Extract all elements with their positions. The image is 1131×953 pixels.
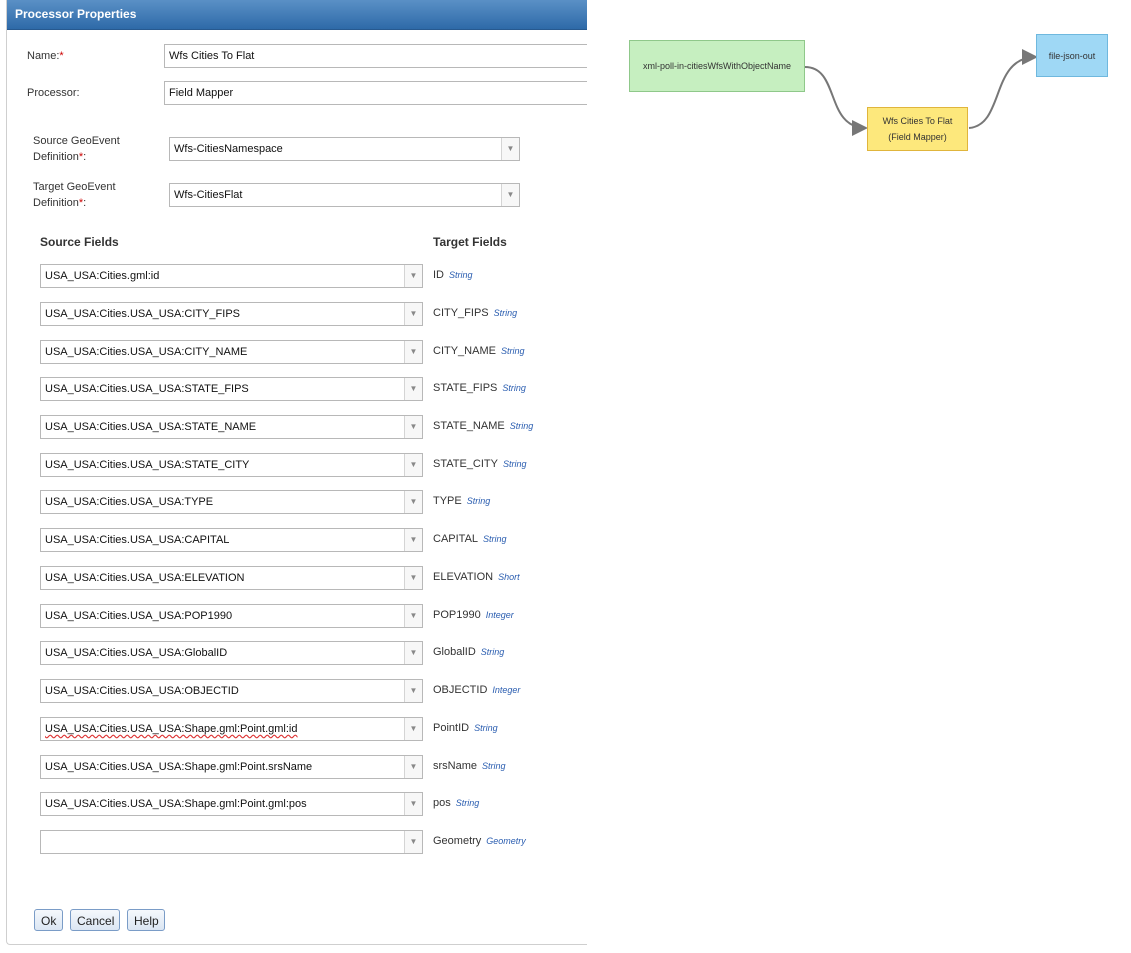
flow-node-output-label: file-json-out <box>1048 50 1096 61</box>
flow-node-input-label: xml-poll-in-citiesWfsWithObjectName <box>642 61 792 71</box>
flow-node-processor[interactable]: Wfs Cities To Flat (Field Mapper) <box>867 107 968 151</box>
connector-processor-to-output <box>968 49 1038 129</box>
flow-node-processor-type: (Field Mapper) <box>888 132 947 142</box>
flow-node-processor-label: Wfs Cities To Flat <box>882 116 953 126</box>
flow-node-input[interactable]: xml-poll-in-citiesWfsWithObjectName <box>629 40 805 92</box>
connector-input-to-processor <box>804 66 868 136</box>
flow-node-output[interactable]: file-json-out <box>1036 34 1108 77</box>
